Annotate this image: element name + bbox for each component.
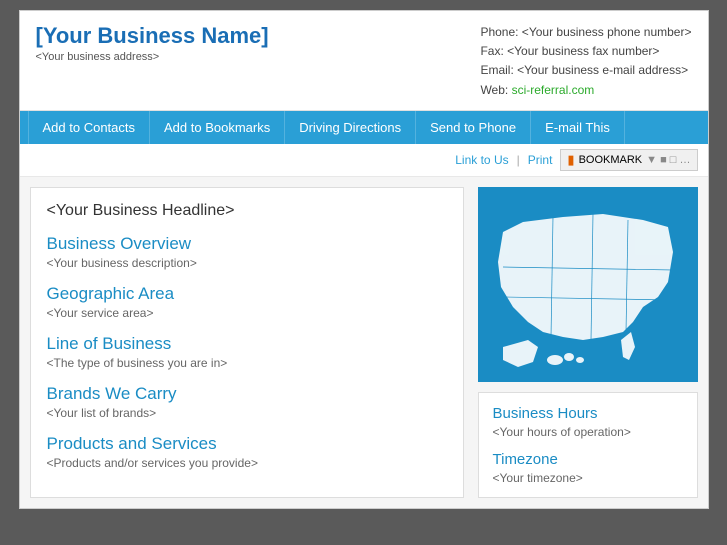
navbar-item-directions[interactable]: Driving Directions [285,111,416,144]
fax-label: Fax: <Your business fax number> [480,42,691,61]
header: [Your Business Name] <Your business addr… [20,11,708,111]
print-link[interactable]: Print [528,153,553,167]
bookmark-extras: ▼ ■ □ … [646,154,690,166]
main-content: <Your Business Headline> Business Overvi… [20,177,708,508]
phone-label: Phone: <Your business phone number> [480,23,691,42]
web-label: Web: sci-referral.com [480,81,691,100]
section-title-2: Line of Business [47,334,447,354]
section-desc-4: <Products and/or services you provide> [47,456,447,470]
header-right: Phone: <Your business phone number> Fax:… [480,23,691,100]
navbar-item-phone[interactable]: Send to Phone [416,111,531,144]
section-desc-3: <Your list of brands> [47,406,447,420]
utility-bar: Link to Us | Print ▮ BOOKMARK ▼ ■ □ … [20,144,708,177]
content-card: <Your Business Headline> Business Overvi… [30,187,464,498]
email-label: Email: <Your business e-mail address> [480,61,691,80]
timezone-title: Timezone [493,451,683,468]
right-panel: Business Hours <Your hours of operation>… [478,187,698,498]
navbar: Add to Contacts Add to Bookmarks Driving… [20,111,708,144]
section-title-4: Products and Services [47,434,447,454]
bookmark-label: BOOKMARK [579,154,643,166]
section-title-0: Business Overview [47,234,447,254]
link-to-us[interactable]: Link to Us [455,153,508,167]
bookmark-icon: ▮ [567,152,574,168]
business-headline: <Your Business Headline> [47,202,447,220]
business-hours-card: Business Hours <Your hours of operation>… [478,392,698,498]
web-text: Web: [480,83,511,97]
section-desc-2: <The type of business you are in> [47,356,447,370]
navbar-item-contacts[interactable]: Add to Contacts [28,111,151,144]
business-hours-title: Business Hours [493,405,683,422]
business-address: <Your business address> [36,51,269,63]
web-link[interactable]: sci-referral.com [512,83,595,97]
business-name: [Your Business Name] [36,23,269,49]
map-container [478,187,698,382]
page-wrapper: [Your Business Name] <Your business addr… [19,10,709,509]
navbar-item-email[interactable]: E-mail This [531,111,625,144]
business-hours-desc: <Your hours of operation> [493,425,683,439]
us-map-svg [483,192,693,377]
header-left: [Your Business Name] <Your business addr… [36,23,269,100]
section-desc-0: <Your business description> [47,256,447,270]
section-desc-1: <Your service area> [47,306,447,320]
timezone-desc: <Your timezone> [493,471,683,485]
utility-sep: | [517,153,520,167]
section-title-1: Geographic Area [47,284,447,304]
section-title-3: Brands We Carry [47,384,447,404]
bookmark-button[interactable]: ▮ BOOKMARK ▼ ■ □ … [560,149,697,171]
navbar-item-bookmarks[interactable]: Add to Bookmarks [150,111,285,144]
